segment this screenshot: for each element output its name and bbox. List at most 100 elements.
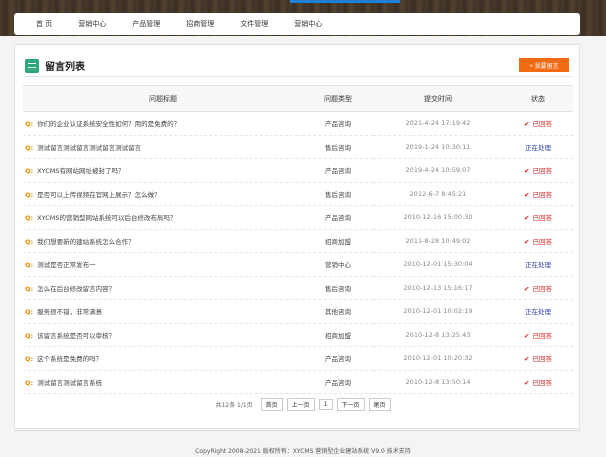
question-title[interactable]: 你们的企业认证系统安全性如何？用的是免费的？ [37, 120, 180, 128]
pagination-prev[interactable]: 上一页 [286, 397, 315, 411]
question-mark-icon: Q: [25, 355, 34, 364]
status-badge: 正在处理 [525, 261, 551, 270]
check-icon: ✔ [524, 237, 530, 246]
question-mark-icon: Q: [25, 143, 34, 152]
check-icon: ✔ [524, 190, 530, 199]
submit-time: 2010-12-01 15:30:04 [403, 260, 473, 269]
pagination-first[interactable]: 首页 [260, 397, 283, 411]
table-row[interactable]: Q: 服务很不错，非常满意 其他咨询 2010-12-01 10:02:19 正在处理 [23, 300, 573, 324]
question-type: 招商加盟 [325, 237, 351, 246]
message-panel: 留言列表 + 我要留言 问题标题 问题类型 提交时间 状态 Q: 你们的企业认证系… [14, 44, 580, 429]
question-type: 售后咨询 [325, 190, 351, 199]
status-badge: 正在处理 [525, 143, 551, 152]
question-title[interactable]: 怎么在后台修改留言内容？ [37, 285, 115, 293]
check-icon: ✔ [524, 355, 530, 364]
header-status: 状态 [503, 85, 573, 112]
question-cell[interactable]: Q: 我们想要新的建站系统怎么合作？ [23, 229, 303, 253]
status-cell: ✔ 已回答 [503, 370, 573, 394]
panel-header: 留言列表 + 我要留言 [23, 55, 573, 77]
question-cell[interactable]: Q: 是否可以上传视频在官网上展示？怎么做？ [23, 182, 303, 206]
question-type: 营销中心 [325, 261, 351, 270]
submit-time: 2010-12-13 15:16:17 [403, 283, 473, 292]
message-table: 问题标题 问题类型 提交时间 状态 Q: 你们的企业认证系统安全性如何？用的是免费… [23, 85, 573, 394]
submit-time: 2012-6-7 8:45:21 [409, 189, 467, 198]
status-cell: ✔ 已回答 [503, 182, 573, 206]
question-mark-icon: Q: [25, 120, 34, 129]
question-title[interactable]: 服务很不错，非常满意 [37, 308, 102, 316]
question-cell[interactable]: Q: 测试留言测试留言系统 [23, 370, 303, 394]
question-title[interactable]: 测试留言测试留言系统 [37, 379, 102, 387]
pagination: 共12条 1/1页 首页 上一页 1 下一页 尾页 [0, 397, 606, 411]
table-row[interactable]: Q: 是否可以上传视频在官网上展示？怎么做？ 售后咨询 2012-6-7 8:45:2… [23, 182, 573, 206]
question-type: 产品咨询 [325, 214, 351, 223]
question-title[interactable]: XYCMS有网站网址被封了吗？ [37, 167, 124, 175]
check-icon: ✔ [524, 331, 530, 340]
nav-item-marketing[interactable]: 营销中心 [78, 19, 106, 29]
pagination-last[interactable]: 尾页 [368, 397, 391, 411]
status-badge: 已回答 [532, 237, 552, 246]
status-cell: ✔ 已回答 [503, 347, 573, 371]
table-row[interactable]: Q: 该留言系统是否可以审核？ 招商加盟 2010-12-8 13:25:43 ✔ 已回答 [23, 323, 573, 347]
pagination-current[interactable]: 1 [318, 398, 333, 410]
submit-time: 2010-12-01 10:20:32 [403, 354, 473, 363]
table-row[interactable]: Q: 测试留言测试留言系统 产品咨询 2010-12-8 13:50:14 ✔ 已回答 [23, 370, 573, 394]
header-type: 问题类型 [303, 85, 373, 112]
table-row[interactable]: Q: 测试是否正常发布一 营销中心 2010-12-01 15:30:04 正在处理 [23, 253, 573, 277]
question-title[interactable]: XYCMS的营销型网站系统可以后台修改布局吗？ [37, 214, 176, 222]
status-badge: 正在处理 [525, 308, 551, 317]
submit-time: 2010-12-01 10:02:19 [403, 307, 473, 316]
page-title: 留言列表 [45, 62, 85, 73]
question-cell[interactable]: Q: 你们的企业认证系统安全性如何？用的是免费的？ [23, 112, 303, 136]
nav-item-files[interactable]: 文件管理 [240, 19, 268, 29]
question-cell[interactable]: Q: 服务很不错，非常满意 [23, 300, 303, 324]
table-row[interactable]: Q: 这个系统是免费的吗？ 产品咨询 2010-12-01 10:20:32 ✔ 已回答 [23, 347, 573, 371]
post-message-button[interactable]: + 我要留言 [519, 58, 569, 72]
page-body: 留言列表 + 我要留言 问题标题 问题类型 提交时间 状态 Q: 你们的企业认证系… [0, 36, 606, 457]
pagination-next[interactable]: 下一页 [336, 397, 365, 411]
status-cell: ✔ 已回答 [503, 206, 573, 230]
submit-time: 2011-8-28 10:49:02 [405, 236, 471, 245]
question-mark-icon: Q: [25, 190, 34, 199]
status-cell: 正在处理 [503, 135, 573, 159]
status-badge: 已回答 [532, 190, 552, 199]
table-row[interactable]: Q: XYCMS的营销型网站系统可以后台修改布局吗？ 产品咨询 2010-12-16 … [23, 206, 573, 230]
question-cell[interactable]: Q: XYCMS有网站网址被封了吗？ [23, 159, 303, 183]
status-badge: 已回答 [532, 284, 552, 293]
nav-item-marketing-2[interactable]: 营销中心 [294, 19, 322, 29]
question-type: 产品咨询 [325, 378, 351, 387]
table-row[interactable]: Q: 怎么在后台修改留言内容？ 售后咨询 2010-12-13 15:16:17 ✔ 已回… [23, 276, 573, 300]
question-type: 产品咨询 [325, 355, 351, 364]
question-cell[interactable]: Q: XYCMS的营销型网站系统可以后台修改布局吗？ [23, 206, 303, 230]
message-list-icon [25, 58, 39, 73]
table-row[interactable]: Q: XYCMS有网站网址被封了吗？ 产品咨询 2019-4-24 10:59:07 ✔… [23, 159, 573, 183]
question-title[interactable]: 测试留言测试留言测试留言测试留言 [37, 144, 141, 152]
header-title: 问题标题 [23, 85, 303, 112]
status-badge: 已回答 [532, 120, 552, 129]
nav-item-investment[interactable]: 招商管理 [186, 19, 214, 29]
question-cell[interactable]: Q: 怎么在后台修改留言内容？ [23, 276, 303, 300]
question-type: 产品咨询 [325, 120, 351, 129]
submit-time: 2010-12-8 13:25:43 [405, 330, 471, 339]
question-title[interactable]: 该留言系统是否可以审核？ [37, 332, 115, 340]
question-title[interactable]: 测试是否正常发布一 [37, 261, 96, 269]
nav-item-home[interactable]: 首 页 [36, 19, 52, 29]
table-body: Q: 你们的企业认证系统安全性如何？用的是免费的？ 产品咨询 2021-4-24 17… [23, 112, 573, 394]
footer-divider [14, 430, 580, 431]
check-icon: ✔ [524, 284, 530, 293]
status-cell: ✔ 已回答 [503, 276, 573, 300]
question-cell[interactable]: Q: 测试留言测试留言测试留言测试留言 [23, 135, 303, 159]
question-title[interactable]: 是否可以上传视频在官网上展示？怎么做？ [37, 191, 161, 199]
submit-time: 2010-12-16 15:00:30 [403, 213, 473, 222]
table-row[interactable]: Q: 我们想要新的建站系统怎么合作？ 招商加盟 2011-8-28 10:49:02 ✔… [23, 229, 573, 253]
submit-time: 2021-4-24 17:19:42 [405, 119, 471, 128]
table-row[interactable]: Q: 测试留言测试留言测试留言测试留言 售后咨询 2019-1-24 10:30:11… [23, 135, 573, 159]
table-row[interactable]: Q: 你们的企业认证系统安全性如何？用的是免费的？ 产品咨询 2021-4-24 17… [23, 112, 573, 136]
question-title[interactable]: 我们想要新的建站系统怎么合作？ [37, 238, 135, 246]
question-cell[interactable]: Q: 测试是否正常发布一 [23, 253, 303, 277]
question-cell[interactable]: Q: 这个系统是免费的吗？ [23, 347, 303, 371]
submit-time: 2019-1-24 10:30:11 [405, 142, 471, 151]
question-title[interactable]: 这个系统是免费的吗？ [37, 355, 102, 363]
question-cell[interactable]: Q: 该留言系统是否可以审核？ [23, 323, 303, 347]
nav-item-products[interactable]: 产品管理 [132, 19, 160, 29]
check-icon: ✔ [524, 214, 530, 223]
